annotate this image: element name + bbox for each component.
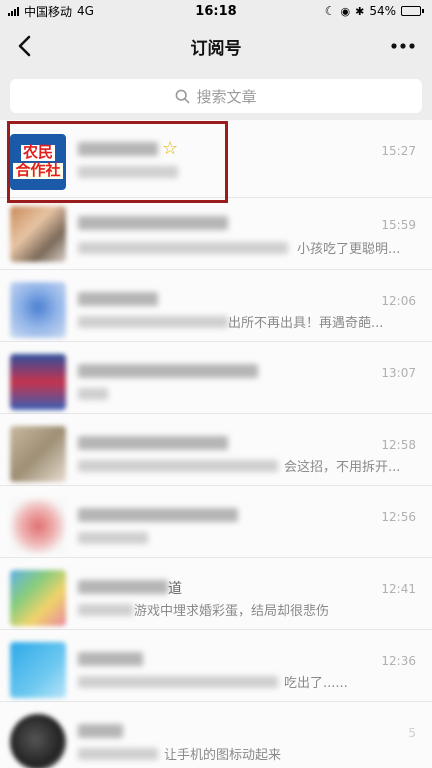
item-time: 12:56 (381, 510, 416, 524)
subscription-list: 农民 合作社 ☆ 15:27 小孩吃了更聪明... 15:59 出所不再出具！再… (0, 120, 432, 768)
moon-icon: ☾ (324, 4, 336, 18)
item-title-tail: 道 (168, 581, 182, 597)
title-redacted (78, 652, 143, 666)
status-right: ☾ ◉ ✱ 54% (325, 4, 424, 18)
snippet-redacted (78, 166, 178, 178)
network-type: 4G (77, 4, 94, 18)
search-input[interactable]: 搜索文章 (10, 79, 422, 113)
item-time: 15:27 (381, 144, 416, 158)
search-icon (176, 89, 190, 103)
item-time: 12:58 (381, 438, 416, 452)
item-time: 15:59 (381, 218, 416, 232)
list-item[interactable]: 出所不再出具！再遇奇葩... 12:06 (0, 270, 432, 342)
title-redacted (78, 436, 228, 450)
account-avatar (10, 426, 66, 482)
list-item[interactable]: 12:56 (0, 486, 432, 558)
logo-text-line2: 合作社 (13, 161, 63, 179)
title-redacted (78, 292, 158, 306)
title-redacted (78, 724, 123, 738)
item-snippet: 小孩吃了更聪明... (297, 242, 401, 257)
item-snippet: 游戏中埋求婚彩蛋，结局却很悲伤 (134, 604, 330, 619)
location-icon: ◉ (340, 4, 351, 18)
snippet-redacted (78, 460, 278, 472)
account-avatar (10, 354, 66, 410)
snippet-redacted (78, 604, 133, 616)
bluetooth-icon: ✱ (355, 4, 365, 18)
item-time: 12:06 (381, 294, 416, 308)
account-avatar (10, 570, 66, 626)
item-time: 13:07 (381, 366, 416, 380)
battery-percent: 54% (369, 4, 396, 18)
search-placeholder: 搜索文章 (196, 87, 257, 106)
more-dots-icon (391, 43, 415, 49)
snippet-redacted (78, 242, 288, 254)
snippet-redacted (78, 388, 108, 400)
status-left: 中国移动 4G (8, 3, 94, 20)
list-item[interactable]: 吃出了...... 12:36 (0, 630, 432, 702)
item-time: 12:41 (381, 582, 416, 596)
account-avatar (10, 498, 66, 554)
signal-icon (8, 6, 19, 16)
account-avatar (10, 642, 66, 698)
title-redacted (78, 142, 158, 156)
item-snippet: 出所不再出具！再遇奇葩... (228, 316, 384, 331)
page-title: 订阅号 (190, 38, 242, 59)
item-time: 5 (408, 726, 416, 740)
nav-bar: 订阅号 (0, 22, 432, 70)
snippet-redacted (78, 676, 278, 688)
item-time: 12:36 (381, 654, 416, 668)
snippet-redacted (78, 532, 148, 544)
item-snippet: 吃出了...... (284, 676, 348, 691)
title-redacted (78, 580, 168, 594)
back-button[interactable] (10, 32, 38, 60)
list-item[interactable]: 让手机的图标动起来 5 (0, 702, 432, 768)
title-redacted (78, 508, 238, 522)
carrier-name: 中国移动 (24, 4, 73, 19)
status-bar: 中国移动 4G 16:18 ☾ ◉ ✱ 54% (0, 0, 432, 22)
account-avatar (10, 282, 66, 338)
list-item[interactable]: 农民 合作社 ☆ 15:27 (0, 120, 432, 198)
chevron-left-icon (18, 35, 31, 57)
item-snippet: 让手机的图标动起来 (164, 748, 282, 763)
account-avatar (10, 714, 66, 768)
account-avatar (10, 206, 66, 262)
list-item[interactable]: 会这招，不用拆开... 12:58 (0, 414, 432, 486)
logo-text-line1: 农民 (20, 143, 55, 162)
more-button[interactable] (388, 32, 418, 60)
list-item[interactable]: 道 游戏中埋求婚彩蛋，结局却很悲伤 12:41 (0, 558, 432, 630)
snippet-redacted (78, 748, 158, 760)
item-snippet: 会这招，不用拆开... (284, 460, 401, 475)
snippet-redacted (78, 316, 228, 328)
list-item[interactable]: 13:07 (0, 342, 432, 414)
title-redacted (78, 364, 258, 378)
star-icon: ☆ (162, 138, 179, 159)
battery-icon (401, 6, 424, 16)
list-item[interactable]: 小孩吃了更聪明... 15:59 (0, 198, 432, 270)
account-logo: 农民 合作社 (10, 134, 66, 190)
title-redacted (78, 216, 228, 230)
